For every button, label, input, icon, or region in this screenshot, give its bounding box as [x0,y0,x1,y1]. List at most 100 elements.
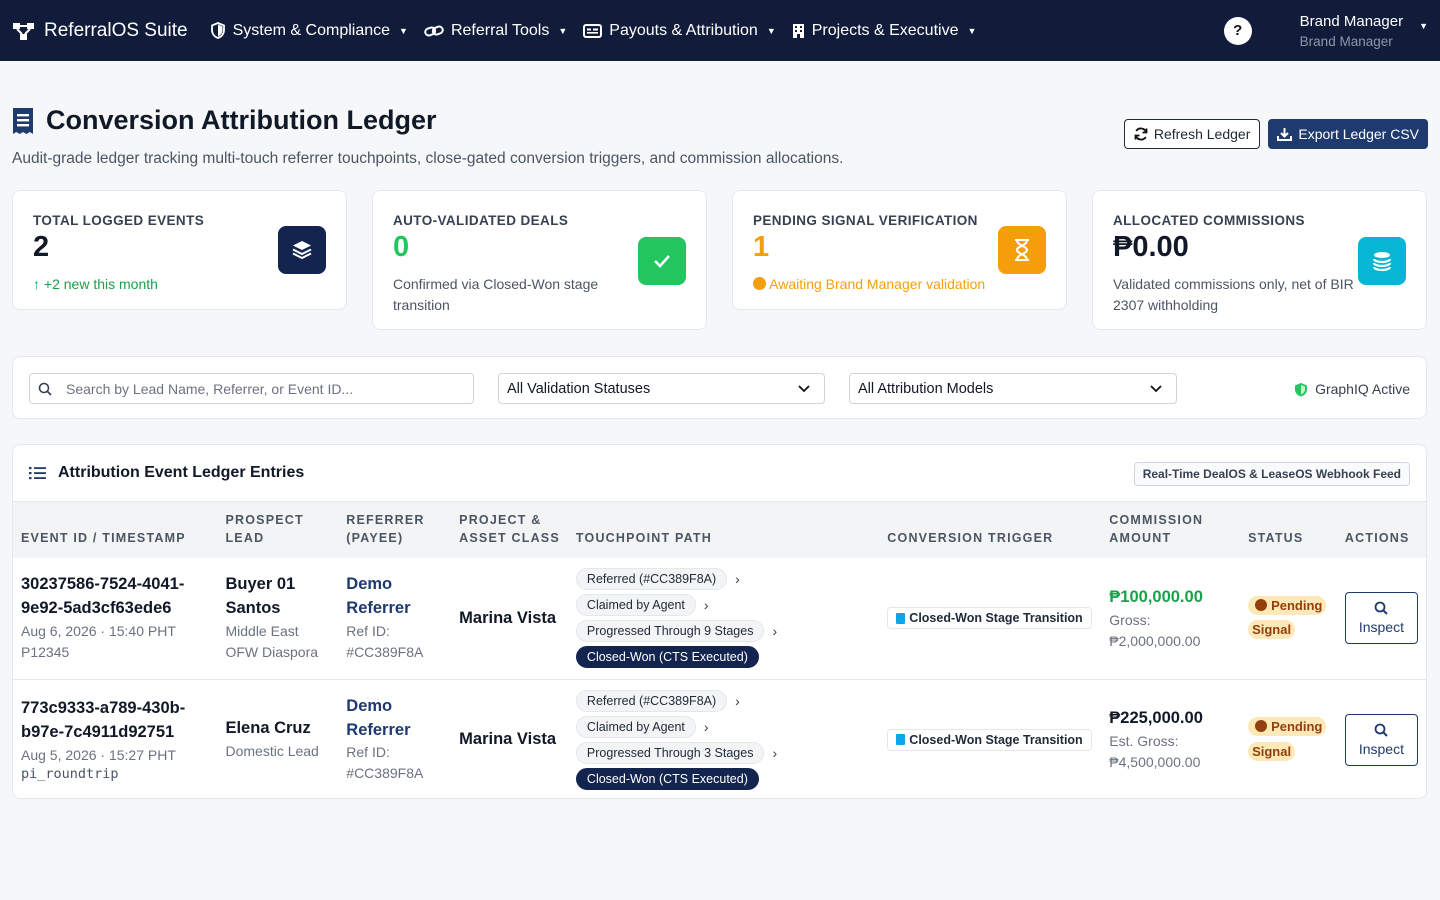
stat-card-auto-validated: AUTO-VALIDATED DEALS 0 Confirmed via Clo… [372,190,707,330]
project-name: Marina Vista [459,608,557,627]
status-badge: Pending Signal [1248,595,1327,640]
referrer-name[interactable]: Demo Referrer [346,573,443,621]
nav-label: Payouts & Attribution [609,21,758,39]
brand-name: ReferralOS Suite [44,19,188,41]
touchpoint-path: Referred (#CC389F8A) › Claimed by Agent › … [575,568,871,669]
card-label: ALLOCATED COMMISSIONS [1113,213,1305,228]
col-header: EVENT ID / TIMESTAMP [13,502,218,558]
chevron-down-icon: ▼ [766,25,776,36]
document-icon [896,612,906,624]
lead-name: Buyer 01 Santos [225,575,296,618]
inspect-button[interactable]: Inspect [1344,592,1418,645]
event-id[interactable]: 773c9333-a789-430b-b97e-7c4911d92751 [21,697,209,745]
refresh-ledger-button[interactable]: Refresh Ledger [1123,119,1261,149]
ledger-title: Attribution Event Ledger Entries [58,464,305,481]
export-csv-button[interactable]: Export Ledger CSV [1268,119,1428,149]
table-row: 30237586-7524-4041-9e92-5ad3cf63ede6 Aug… [13,558,1426,680]
event-id[interactable]: 30237586-7524-4041-9e92-5ad3cf63ede6 [21,573,209,621]
status-badge: Pending Signal [1248,716,1327,761]
commission-cell: ₱225,000.00 Est. Gross: ₱4,500,000.00 [1101,679,1241,798]
col-header: ACTIONS [1336,502,1426,558]
chevron-down-icon [798,384,810,392]
chevron-right-icon: › [735,692,740,709]
search-icon [1375,601,1389,615]
search-placeholder: Search by Lead Name, Referrer, or Event … [66,380,354,397]
touchpoint-path-cell: Referred (#CC389F8A) › Claimed by Agent › … [567,558,880,680]
validation-status-select[interactable]: All Validation Statuses [498,373,825,404]
stat-card-allocated-commissions: ALLOCATED COMMISSIONS ₱0.00 Validated co… [1092,190,1427,330]
select-value: All Attribution Models [858,380,994,397]
trigger-label: Closed-Won Stage Transition [909,732,1083,747]
trigger-cell: Closed-Won Stage Transition [879,558,1102,680]
status-cell: Pending Signal [1240,558,1337,680]
project-name: Marina Vista [459,730,557,748]
list-icon [29,467,46,480]
inspect-button[interactable]: Inspect [1344,713,1418,766]
shield-icon [210,22,225,39]
gross-amount: ₱4,500,000.00 [1109,753,1201,770]
commission-cell: ₱100,000.00 Gross: ₱2,000,000.00 [1101,558,1241,680]
ledger-header: Attribution Event Ledger Entries Real-Ti… [13,445,1426,502]
nav-system-compliance[interactable]: System & Compliance ▼ [210,22,408,40]
hourglass-icon [998,226,1046,274]
clock-icon [1255,598,1268,611]
search-icon [38,382,52,396]
help-button[interactable]: ? [1223,16,1252,45]
nav-payouts-attribution[interactable]: Payouts & Attribution ▼ [583,21,776,40]
project-cell: Marina Vista [451,679,568,798]
layers-icon [278,226,326,274]
event-cell: 30237586-7524-4041-9e92-5ad3cf63ede6 Aug… [13,558,218,680]
referrer-cell: Demo Referrer Ref ID: #CC389F8A [338,558,452,680]
chevron-right-icon: › [703,718,709,735]
filter-bar: Search by Lead Name, Referrer, or Event … [12,356,1427,419]
trigger-cell: Closed-Won Stage Transition [879,679,1102,798]
referrer-name[interactable]: Demo Referrer [346,695,443,743]
touchpoint-pill-final: Closed-Won (CTS Executed) [575,646,759,669]
coins-icon [1358,237,1406,285]
table-header-row: EVENT ID / TIMESTAMP PROSPECT LEAD REFER… [13,502,1426,558]
chevron-down-icon: ▼ [967,25,977,36]
select-value: All Validation Statuses [507,380,651,397]
col-header: CONVERSION TRIGGER [879,502,1102,558]
search-input[interactable]: Search by Lead Name, Referrer, or Event … [29,373,474,404]
lead-type: Middle East OFW Diaspora [225,623,319,661]
id-card-icon [583,23,603,38]
conversion-trigger-badge: Closed-Won Stage Transition [887,728,1092,751]
stat-cards: TOTAL LOGGED EVENTS 2 ↑ +2 new this mont… [12,190,1427,330]
lead-name: Elena Cruz [225,719,311,738]
chevron-down-icon[interactable]: ▼ [1419,21,1428,31]
touchpoint-path: Referred (#CC389F8A) › Claimed by Agent › … [575,689,871,790]
gross-label: Gross: [1109,611,1151,628]
brand[interactable]: ReferralOS Suite [12,20,188,42]
shield-check-icon [1295,382,1308,396]
page-title: Conversion Attribution Ledger [46,105,437,135]
card-label: AUTO-VALIDATED DEALS [393,213,569,228]
stat-card-pending-signal: PENDING SIGNAL VERIFICATION 1 Awaiting B… [732,190,1067,310]
attribution-model-select[interactable]: All Attribution Models [849,373,1177,404]
actions-cell: Inspect [1336,679,1426,798]
card-note: ↑ +2 new this month [33,274,283,295]
actions-cell: Inspect [1336,558,1426,680]
event-ref-code: pi_roundtrip [21,765,119,782]
graphiq-label: GraphIQ Active [1315,381,1410,397]
touchpoint-path-cell: Referred (#CC389F8A) › Claimed by Agent › … [567,679,880,798]
check-badge-icon [638,237,686,285]
page-subtitle: Audit-grade ledger tracking multi-touch … [12,150,844,167]
gross-amount: ₱2,000,000.00 [1109,632,1201,649]
event-timestamp: Aug 5, 2026 · 15:27 PHT [21,746,176,763]
nav-projects-executive[interactable]: Projects & Executive ▼ [792,22,977,40]
col-header: PROJECT & ASSET CLASS [451,502,568,558]
stat-card-total-events: TOTAL LOGGED EVENTS 2 ↑ +2 new this mont… [12,190,347,310]
building-icon [792,23,804,38]
card-note-text: Awaiting Brand Manager validation [769,275,986,292]
nav-referral-tools[interactable]: Referral Tools ▼ [424,22,567,40]
user-menu[interactable]: Brand Manager Brand Manager [1300,13,1403,49]
gross-label: Est. Gross: [1109,732,1179,749]
lead-type: Domestic Lead [225,742,319,759]
search-icon [1375,723,1389,737]
chevron-right-icon: › [703,597,709,614]
document-icon [896,734,906,745]
nav-label: System & Compliance [232,21,391,39]
touchpoint-pill-final: Closed-Won (CTS Executed) [575,767,759,790]
clock-icon [753,276,766,290]
